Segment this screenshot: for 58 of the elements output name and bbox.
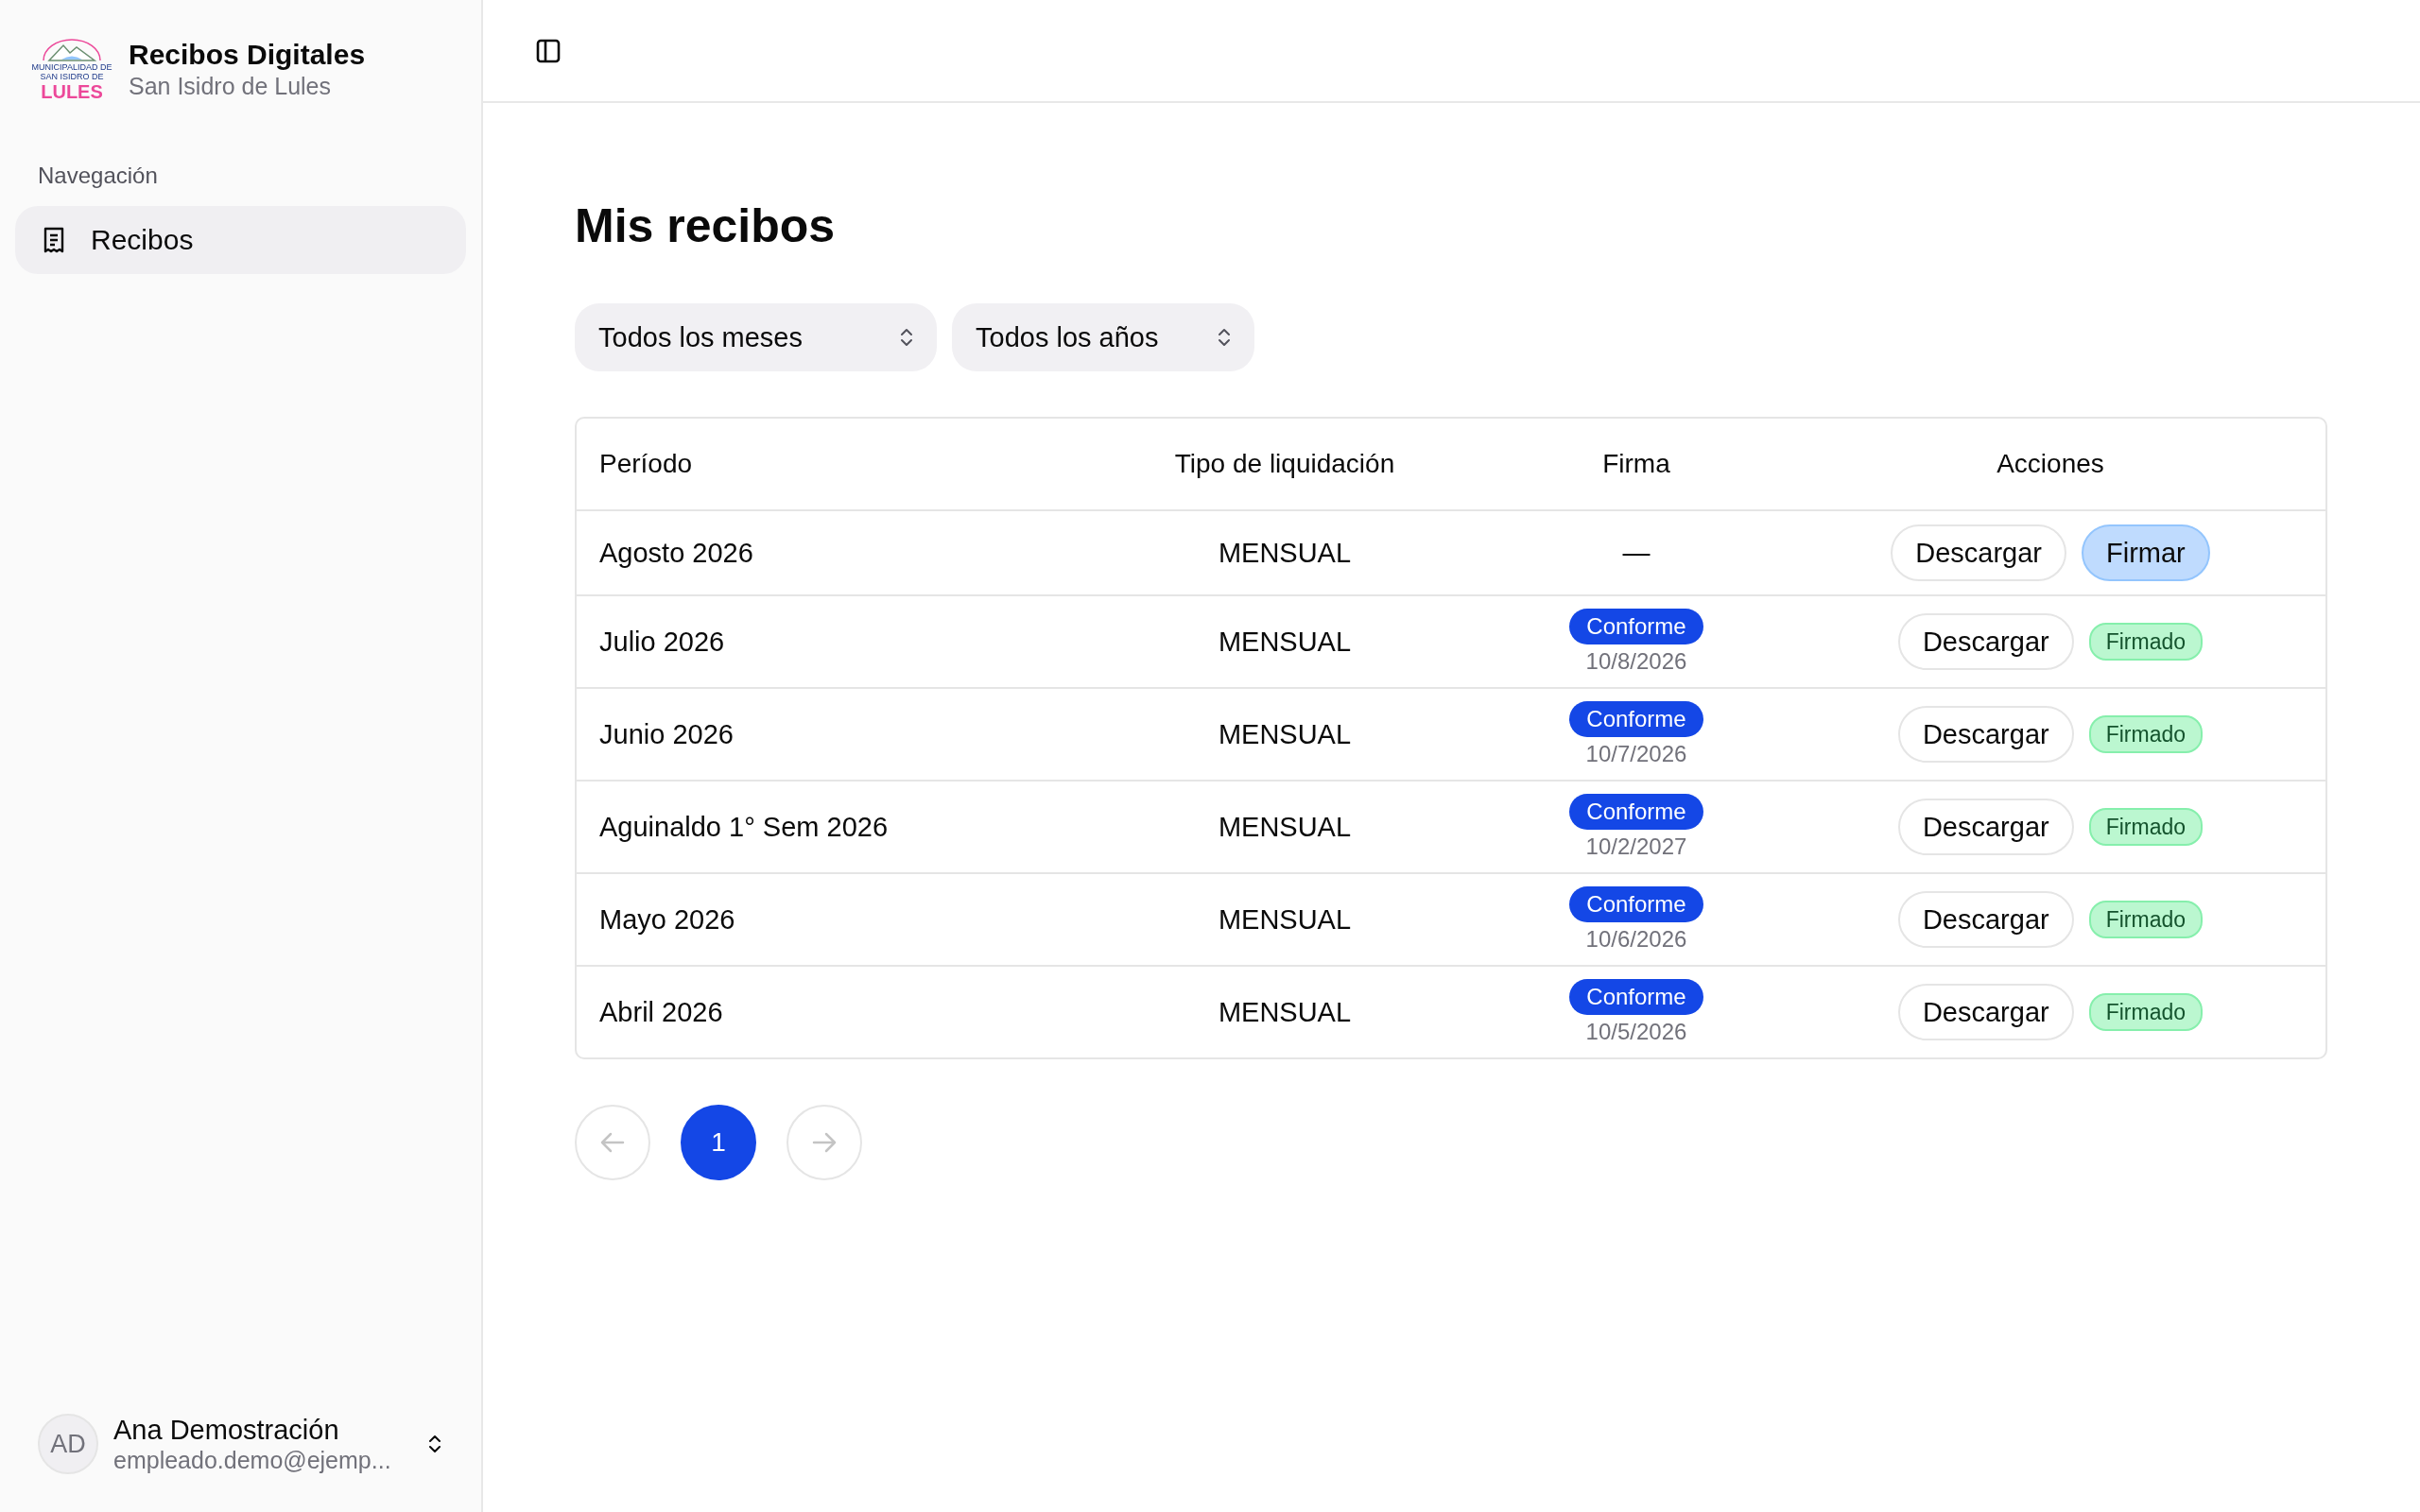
user-name: Ana Demostración [113,1414,340,1446]
status-badge: Conforme [1569,701,1703,737]
download-button[interactable]: Descargar [1897,799,2074,855]
status-badge: Conforme [1569,979,1703,1015]
table-cell: MENSUAL [1218,718,1352,749]
page-button[interactable]: 1 [681,1105,756,1180]
arrow-left-icon [600,1132,625,1153]
column-header: Tipo de liquidación [1173,449,1396,479]
nav-item[interactable]: Recibos [15,206,466,274]
download-button[interactable]: Descargar [1897,613,2074,670]
column-header: Acciones [1996,449,2105,479]
sign-button[interactable]: Firmar [2082,524,2210,581]
signature-date: 10/6/2026 [1585,926,1687,953]
table-cell: MENSUAL [1218,626,1352,657]
section-label: Navegación [38,163,159,189]
signature-date: 10/8/2026 [1585,648,1687,675]
user-email: empleado.demo@ejemp... [113,1446,391,1474]
receipt-icon [43,227,64,253]
column-header: Firma [1601,449,1671,479]
table-cell: MENSUAL [1218,996,1352,1027]
table-cell: Abril 2026 [599,996,723,1027]
status-badge: Conforme [1569,794,1703,830]
signed-badge: Firmado [2088,715,2204,753]
logo: MUNICIPALIDAD DE SAN ISIDRO DE LULES [26,38,117,100]
sidebar-toggle-icon [536,38,561,63]
table-cell: MENSUAL [1218,537,1352,568]
status-badge: Conforme [1569,886,1703,922]
table-cell: Agosto 2026 [599,537,753,568]
download-button[interactable]: Descargar [1891,524,2066,581]
table-cell: Aguinaldo 1° Sem 2026 [599,811,889,842]
signed-badge: Firmado [2088,623,2204,661]
table-cell: Julio 2026 [599,626,725,657]
signed-badge: Firmado [2088,901,2204,938]
table-cell: — [1622,537,1651,569]
signed-badge: Firmado [2088,808,2204,846]
filter-select[interactable]: Todos los meses [575,303,937,371]
arrow-right-icon [812,1132,837,1153]
table-cell: Junio 2026 [599,718,734,749]
filter-select[interactable]: Todos los años [952,303,1254,371]
app-subtitle: San Isidro de Lules [129,72,333,100]
table-cell: MENSUAL [1218,903,1352,935]
download-button[interactable]: Descargar [1897,706,2074,763]
download-button[interactable]: Descargar [1897,891,2074,948]
signed-badge: Firmado [2088,993,2204,1031]
download-button[interactable]: Descargar [1897,984,2074,1040]
chevron-up-down-icon [426,1433,442,1455]
table-cell: MENSUAL [1218,811,1352,842]
app-title: Recibos Digitales [129,38,366,72]
signature-date: 10/5/2026 [1585,1019,1687,1045]
column-header: Período [598,449,694,479]
chevron-up-down-icon [899,326,914,349]
page-title: Mis recibos [575,198,837,254]
signature-date: 10/7/2026 [1585,741,1687,767]
chevron-up-down-icon [1217,326,1232,349]
status-badge: Conforme [1569,609,1703,644]
table-cell: Mayo 2026 [599,903,735,935]
signature-date: 10/2/2027 [1585,833,1687,860]
user-avatar: AD [38,1414,98,1474]
